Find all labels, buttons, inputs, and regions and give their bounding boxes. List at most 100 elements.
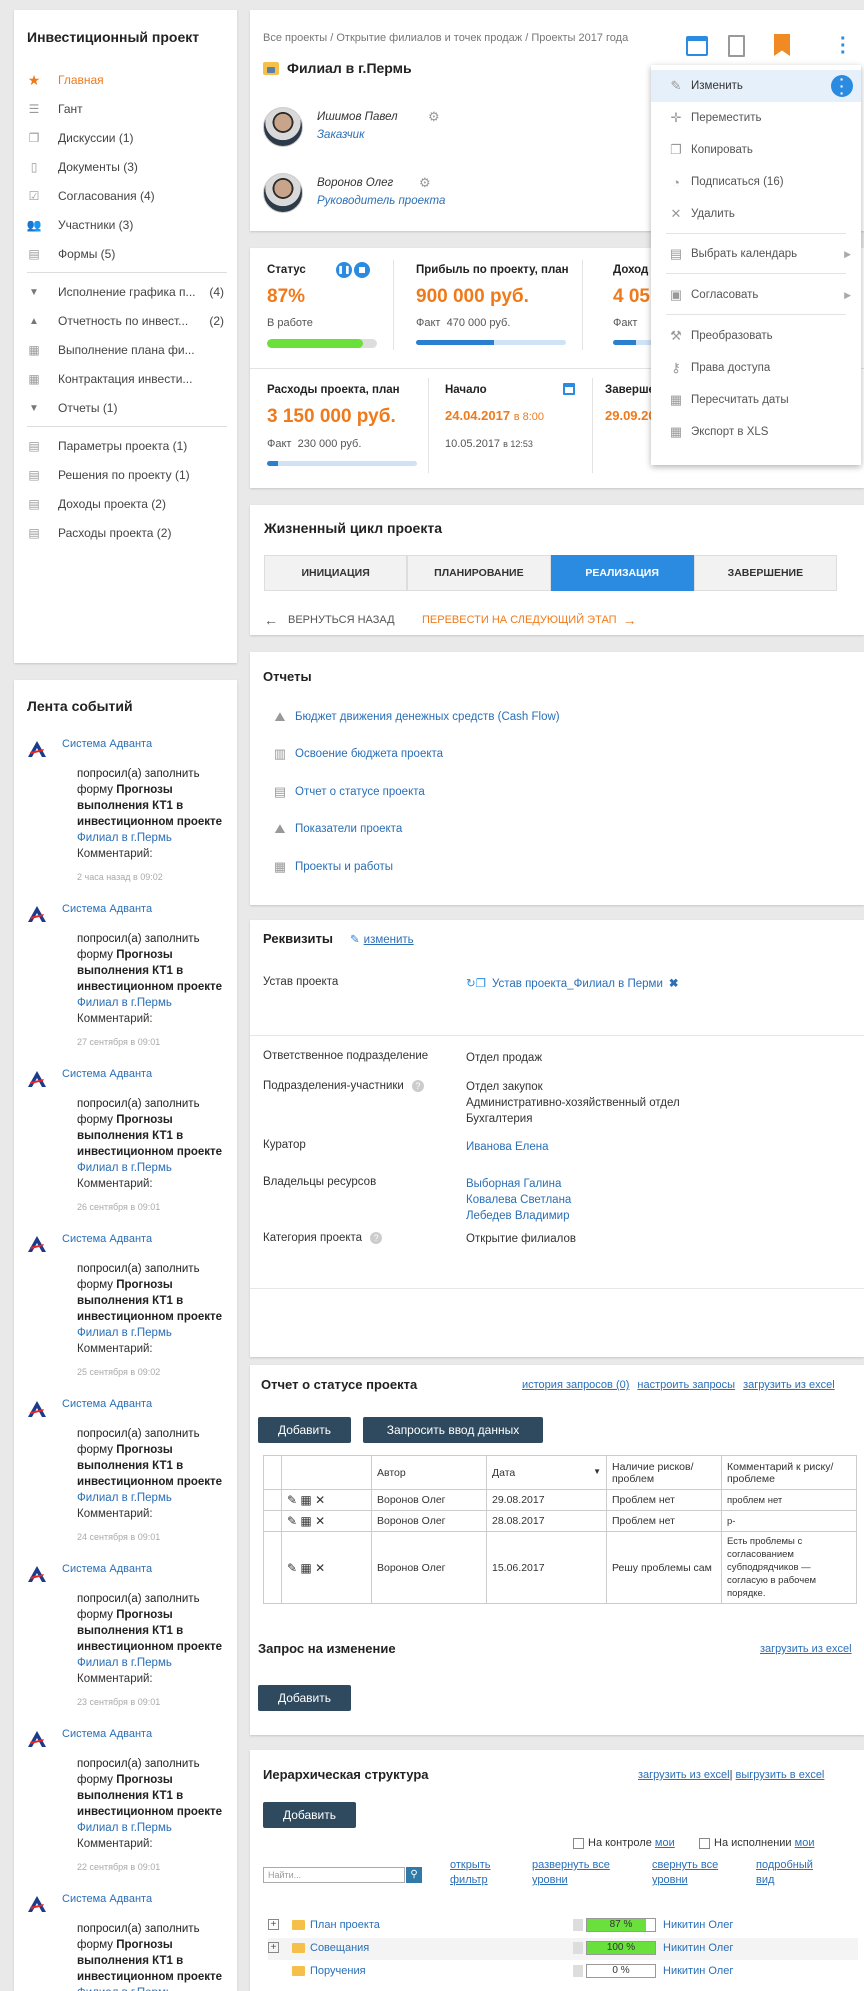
report-indicators[interactable]: ⛰ Показатели проекта <box>272 822 403 836</box>
back-button[interactable]: ← ВЕРНУТЬСЯ НАЗАД <box>264 612 395 628</box>
request-data-button[interactable]: Запросить ввод данных <box>363 1417 543 1443</box>
event-author[interactable]: Система Адванта <box>62 1233 152 1245</box>
report-status[interactable]: ▤ Отчет о статусе проекта <box>272 785 425 799</box>
row-name[interactable]: Поручения <box>310 1965 366 1977</box>
open-filter-link[interactable]: открыть фильтр <box>450 1858 510 1888</box>
expand-icon[interactable]: + <box>268 1942 279 1953</box>
nav-item-params[interactable]: ▤ Параметры проекта (1) <box>27 436 232 456</box>
event-project-link[interactable]: Филиал в г.Пермь <box>77 1492 172 1504</box>
hierarchy-row[interactable]: + Совещания 100 % Никитин Олег <box>268 1938 858 1960</box>
row-name[interactable]: Совещания <box>310 1942 369 1954</box>
pause-icon[interactable]: ❚❚ <box>336 262 352 278</box>
event-project-link[interactable]: Филиал в г.Пермь <box>77 832 172 844</box>
curator-value[interactable]: Иванова Елена <box>466 1139 548 1155</box>
more-vertical-icon[interactable]: · · · <box>840 29 847 63</box>
import-excel-link[interactable]: загрузить из excel <box>743 1379 835 1391</box>
menu-item-calendar[interactable]: ▤ Выбрать календарь ▶ <box>651 238 861 270</box>
nav-group-schedule[interactable]: ▼ Исполнение графика п... (4) <box>27 282 232 302</box>
nav-group-plan[interactable]: ▦ Выполнение плана фи... <box>27 340 232 360</box>
event-project-link[interactable]: Филиал в г.Пермь <box>77 1822 172 1834</box>
nav-item-expenses[interactable]: ▤ Расходы проекта (2) <box>27 523 232 543</box>
copy-icon[interactable]: ❐ <box>476 978 486 990</box>
event-project-link[interactable]: Филиал в г.Пермь <box>77 1327 172 1339</box>
breadcrumb[interactable]: Все проекты / Открытие филиалов и точек … <box>263 32 628 44</box>
nav-item-participants[interactable]: 👥 Участники (3) <box>27 215 232 235</box>
nav-item-documents[interactable]: ▯ Документы (3) <box>27 157 232 177</box>
add-button[interactable]: Добавить <box>263 1802 356 1828</box>
bookmark-icon[interactable] <box>774 34 790 56</box>
document-icon[interactable] <box>728 35 745 57</box>
nav-item-approvals[interactable]: ☑ Согласования (4) <box>27 186 232 206</box>
event-author[interactable]: Система Адванта <box>62 1563 152 1575</box>
owners-values[interactable]: Выборная Галина Ковалева Светлана Лебеде… <box>466 1176 571 1224</box>
step-completion[interactable]: ЗАВЕРШЕНИЕ <box>693 555 837 591</box>
pencil-icon[interactable]: ✎ <box>287 1493 297 1507</box>
detail-view-link[interactable]: подробный вид <box>756 1858 826 1888</box>
row-owner[interactable]: Никитин Олег <box>663 1919 733 1931</box>
col-date[interactable]: Дата ▼ <box>486 1455 607 1490</box>
nav-item-discussions[interactable]: ❐ Дискуссии (1) <box>27 128 232 148</box>
person-name[interactable]: Ишимов Павел <box>317 111 398 123</box>
calendar-icon[interactable]: ▦ <box>300 1493 311 1507</box>
menu-item-move[interactable]: ✛ Переместить <box>651 102 861 134</box>
export-excel-link[interactable]: выгрузить в excel <box>736 1769 825 1781</box>
event-author[interactable]: Система Адванта <box>62 1728 152 1740</box>
report-budget[interactable]: ▥ Освоение бюджета проекта <box>272 747 443 761</box>
gear-icon[interactable]: ⚙ <box>419 175 431 191</box>
nav-item-income[interactable]: ▤ Доходы проекта (2) <box>27 494 232 514</box>
report-projects[interactable]: ▦ Проекты и работы <box>272 860 393 874</box>
expand-icon[interactable]: + <box>268 1919 279 1930</box>
event-author[interactable]: Система Адванта <box>62 1398 152 1410</box>
pencil-icon[interactable]: ✎ <box>287 1561 297 1575</box>
next-stage-button[interactable]: ПЕРЕВЕСТИ НА СЛЕДУЮЩИЙ ЭТАП → <box>422 612 637 628</box>
person-role[interactable]: Заказчик <box>317 129 365 141</box>
gear-icon[interactable]: ⚙ <box>428 109 440 125</box>
delete-icon[interactable]: ✕ <box>315 1561 325 1575</box>
col-author[interactable]: Автор <box>371 1455 487 1490</box>
edit-requisites-link[interactable]: ✎ изменить <box>350 932 414 946</box>
nav-item-decisions[interactable]: ▤ Решения по проекту (1) <box>27 465 232 485</box>
hierarchy-row[interactable]: Поручения 0 % Никитин Олег <box>268 1961 858 1983</box>
event-project-link[interactable]: Филиал в г.Пермь <box>77 1162 172 1174</box>
configure-link[interactable]: настроить запросы <box>637 1379 735 1391</box>
nav-item-gantt[interactable]: ☰ Гант <box>27 99 232 119</box>
nav-group-reporting[interactable]: ▲ Отчетность по инвест... (2) <box>27 311 232 331</box>
pencil-icon[interactable]: ✎ <box>287 1514 297 1528</box>
search-input[interactable]: Найти... <box>263 1867 405 1883</box>
hierarchy-row[interactable]: + План проекта 87 % Никитин Олег <box>268 1915 858 1937</box>
step-implementation[interactable]: РЕАЛИЗАЦИЯ <box>550 555 694 591</box>
event-project-link[interactable]: Филиал в г.Пермь <box>77 1987 172 1991</box>
expand-all-link[interactable]: развернуть все уровни <box>532 1858 622 1888</box>
change-import-link[interactable]: загрузить из excel <box>760 1643 852 1655</box>
row-owner[interactable]: Никитин Олег <box>663 1942 733 1954</box>
event-author[interactable]: Система Адванта <box>62 738 152 750</box>
row-owner[interactable]: Никитин Олег <box>663 1965 733 1977</box>
on-control-checkbox[interactable] <box>573 1837 584 1849</box>
search-button[interactable]: ⚲ <box>406 1867 422 1883</box>
calendar-icon[interactable]: ▦ <box>300 1561 311 1575</box>
on-execution-checkbox[interactable] <box>699 1837 710 1849</box>
step-initiation[interactable]: ИНИЦИАЦИЯ <box>264 555 408 591</box>
delete-icon[interactable]: ✕ <box>315 1493 325 1507</box>
menu-item-subscribe[interactable]: ◔ Подписаться (16) <box>651 166 861 198</box>
calendar-add-icon[interactable] <box>686 36 708 56</box>
stop-icon[interactable] <box>354 262 370 278</box>
col-comment[interactable]: Комментарий к риску/проблеме <box>721 1455 857 1490</box>
row-name[interactable]: План проекта <box>310 1919 380 1931</box>
menu-item-export[interactable]: ▦ Экспорт в XLS <box>651 416 861 448</box>
change-add-button[interactable]: Добавить <box>258 1685 351 1711</box>
help-icon[interactable]: ? <box>370 1232 383 1244</box>
refresh-icon[interactable]: ↻ <box>466 978 476 990</box>
menu-item-edit[interactable]: ✎ Изменить · · · <box>651 70 861 102</box>
person-role[interactable]: Руководитель проекта <box>317 195 445 207</box>
calendar-icon[interactable] <box>563 383 575 395</box>
menu-item-delete[interactable]: ✕ Удалить <box>651 198 861 230</box>
collapse-all-link[interactable]: свернуть все уровни <box>652 1858 732 1888</box>
charter-value[interactable]: ↻❐ Устав проекта_Филиал в Перми ✖ <box>466 976 679 992</box>
event-author[interactable]: Система Адванта <box>62 903 152 915</box>
nav-item-main[interactable]: ★ Главная <box>27 70 232 90</box>
add-button[interactable]: Добавить <box>258 1417 351 1443</box>
menu-item-convert[interactable]: ⚒ Преобразовать <box>651 320 861 352</box>
event-project-link[interactable]: Филиал в г.Пермь <box>77 997 172 1009</box>
menu-item-copy[interactable]: ❐ Копировать <box>651 134 861 166</box>
